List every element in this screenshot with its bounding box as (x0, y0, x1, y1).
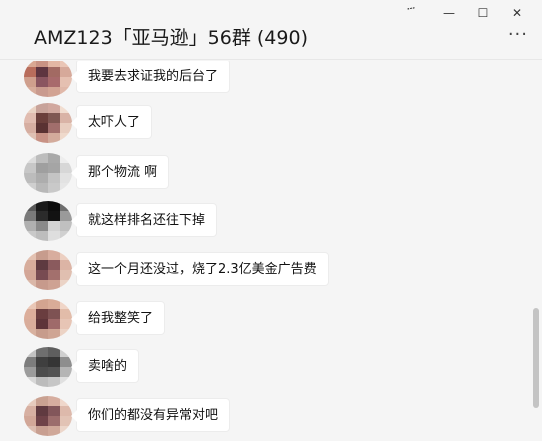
message-bubble[interactable]: 你们的都没有异常对吧 (70, 398, 231, 432)
avatar[interactable] (24, 201, 72, 241)
message-bubble[interactable]: 就这样排名还往下掉 (70, 203, 218, 237)
chat-title: AMZ123「亚马逊」56群 (490) (34, 27, 308, 49)
maximize-button[interactable]: ☐ (466, 2, 500, 24)
message-bubble[interactable]: 给我整笑了 (70, 301, 166, 335)
message-item: 你们的都没有异常对吧 (24, 396, 231, 436)
avatar[interactable] (24, 299, 72, 339)
avatar[interactable] (24, 250, 72, 290)
message-bubble[interactable]: 我要去求证我的后台了 (70, 61, 231, 93)
title-bar: ፝ — ☐ ✕ AMZ123「亚马逊」56群 (490) ··· (0, 0, 542, 60)
message-bubble[interactable]: 这一个月还没过，烧了2.3亿美金广告费 (71, 252, 329, 286)
scrollbar-thumb[interactable] (533, 308, 539, 408)
message-item: 太吓人了 (24, 103, 153, 143)
more-options-button[interactable]: ··· (508, 24, 528, 45)
message-bubble[interactable]: 太吓人了 (70, 105, 153, 139)
message-item: 给我整笑了 (24, 299, 166, 339)
message-bubble[interactable]: 卖啥的 (70, 349, 140, 383)
pin-icon[interactable]: ፝ (398, 2, 432, 24)
close-button[interactable]: ✕ (500, 2, 534, 24)
avatar[interactable] (24, 61, 72, 97)
message-list[interactable]: 我要去求证我的后台了 太吓人了 那个物流 啊 就这样排名还往下掉 这一个月还没过… (0, 61, 542, 441)
message-item: 我要去求证我的后台了 (24, 61, 231, 97)
message-item: 就这样排名还往下掉 (24, 201, 218, 241)
avatar[interactable] (24, 103, 72, 143)
message-bubble[interactable]: 那个物流 啊 (70, 155, 170, 189)
avatar[interactable] (24, 153, 72, 193)
window-controls: ፝ — ☐ ✕ (398, 2, 534, 24)
avatar[interactable] (24, 396, 72, 436)
avatar[interactable] (24, 347, 72, 387)
message-item: 那个物流 啊 (24, 153, 170, 193)
message-item: 卖啥的 (24, 347, 140, 387)
message-item: 这一个月还没过，烧了2.3亿美金广告费 (24, 250, 329, 290)
minimize-button[interactable]: — (432, 2, 466, 24)
